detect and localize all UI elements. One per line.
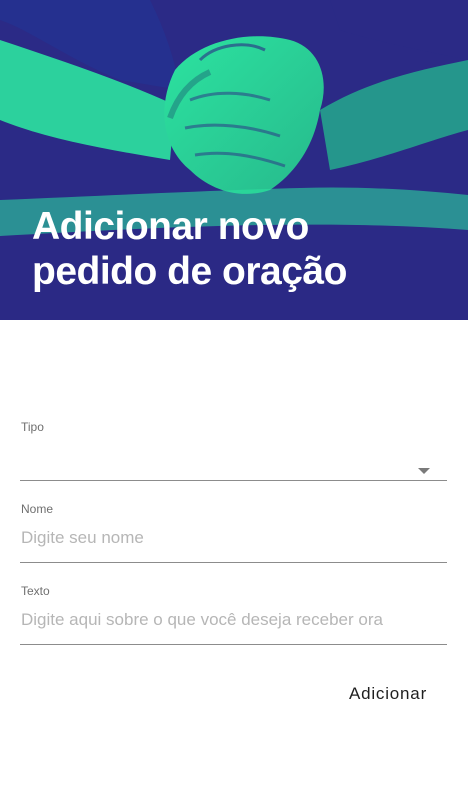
- page-title: Adicionar novo pedido de oração: [32, 204, 452, 294]
- page-title-line-1: Adicionar novo: [32, 205, 309, 248]
- tipo-select[interactable]: [20, 436, 447, 480]
- nome-input[interactable]: Digite seu nome: [21, 528, 426, 548]
- tipo-label: Tipo: [21, 420, 44, 434]
- nome-label: Nome: [21, 502, 54, 516]
- add-button[interactable]: Adicionar: [342, 678, 434, 710]
- texto-label: Texto: [21, 584, 50, 598]
- texto-field: Texto Digite aqui sobre o que você desej…: [20, 584, 447, 645]
- nome-field: Nome Digite seu nome: [20, 502, 447, 563]
- nome-underline: [20, 562, 447, 563]
- texto-input[interactable]: Digite aqui sobre o que você deseja rece…: [21, 610, 426, 630]
- tipo-underline: [20, 480, 447, 481]
- texto-underline: [20, 644, 447, 645]
- header-banner: Adicionar novo pedido de oração: [0, 0, 468, 320]
- chevron-down-icon[interactable]: [418, 468, 430, 474]
- page-title-line-2: pedido de oração: [32, 250, 347, 293]
- tipo-field: Tipo: [20, 420, 447, 481]
